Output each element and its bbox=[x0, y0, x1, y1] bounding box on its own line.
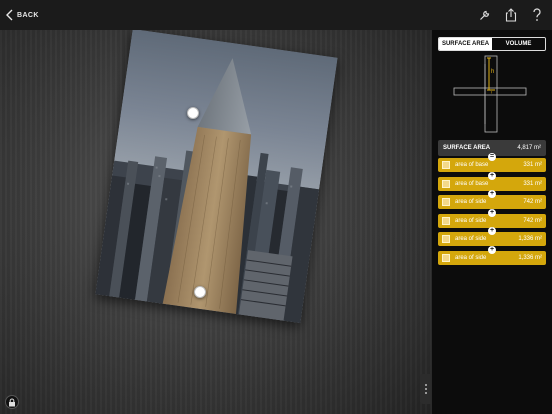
plus-operator: + bbox=[488, 227, 496, 235]
row-label: area of side bbox=[455, 199, 487, 205]
top-resize-handle[interactable] bbox=[187, 107, 199, 119]
chevron-left-icon bbox=[6, 9, 13, 21]
color-swatch bbox=[442, 179, 450, 188]
share-icon[interactable] bbox=[504, 7, 518, 23]
row-label: area of side bbox=[455, 217, 487, 224]
lock-icon[interactable] bbox=[5, 395, 19, 409]
measure-canvas[interactable] bbox=[0, 30, 431, 414]
color-swatch bbox=[442, 216, 450, 225]
top-bar: BACK bbox=[0, 0, 552, 30]
tab-surface-area[interactable]: SURFACE AREA bbox=[439, 38, 492, 50]
area-breakdown-list: = area of base 331 m² + area of base 331… bbox=[438, 153, 546, 269]
back-button[interactable]: BACK bbox=[6, 7, 39, 23]
row-value: 331 m² bbox=[523, 180, 542, 187]
row-value: 1,336 m² bbox=[518, 254, 542, 261]
row-value: 742 m² bbox=[523, 217, 542, 224]
height-label: h bbox=[491, 69, 494, 75]
list-item[interactable]: = area of base 331 m² bbox=[438, 153, 546, 172]
length-label: l bbox=[491, 90, 492, 95]
prism-net-diagram: h l bbox=[453, 55, 527, 133]
plus-operator: + bbox=[488, 190, 496, 198]
plus-operator: + bbox=[488, 208, 496, 217]
virtual-tower-model bbox=[162, 58, 252, 315]
list-item[interactable]: + area of side 1,336 m² bbox=[438, 245, 546, 265]
list-item[interactable]: + area of side 742 m² bbox=[438, 190, 546, 209]
back-label: BACK bbox=[17, 11, 39, 19]
row-label: area of base bbox=[455, 162, 489, 168]
color-swatch bbox=[442, 161, 450, 169]
measurement-panel: SURFACE AREA VOLUME h l SURFACE AREA 4,8… bbox=[431, 30, 552, 414]
list-item[interactable]: + area of side 1,336 m² bbox=[438, 227, 546, 246]
mode-toggle: SURFACE AREA VOLUME bbox=[438, 37, 546, 51]
bottom-resize-handle[interactable] bbox=[194, 286, 206, 298]
row-value: 742 m² bbox=[523, 199, 542, 205]
color-swatch bbox=[442, 235, 450, 243]
color-swatch bbox=[442, 253, 450, 262]
plus-operator: + bbox=[488, 245, 496, 254]
color-swatch bbox=[442, 198, 450, 206]
tab-volume[interactable]: VOLUME bbox=[492, 38, 545, 50]
row-value: 331 m² bbox=[523, 162, 542, 168]
help-icon[interactable] bbox=[530, 7, 544, 23]
drag-handle-icon[interactable] bbox=[420, 374, 431, 404]
row-value: 1,336 m² bbox=[518, 236, 542, 242]
list-item[interactable]: + area of side 742 m² bbox=[438, 208, 546, 228]
total-value: 4,817 m² bbox=[517, 145, 541, 151]
row-label: area of side bbox=[455, 236, 487, 242]
list-item[interactable]: + area of base 331 m² bbox=[438, 171, 546, 191]
equals-operator: = bbox=[488, 153, 496, 161]
total-label: SURFACE AREA bbox=[443, 145, 491, 151]
row-label: area of base bbox=[455, 180, 489, 187]
row-label: area of side bbox=[455, 254, 487, 261]
city-photo bbox=[95, 30, 338, 324]
plus-operator: + bbox=[488, 171, 496, 180]
wrench-icon[interactable] bbox=[478, 7, 492, 23]
